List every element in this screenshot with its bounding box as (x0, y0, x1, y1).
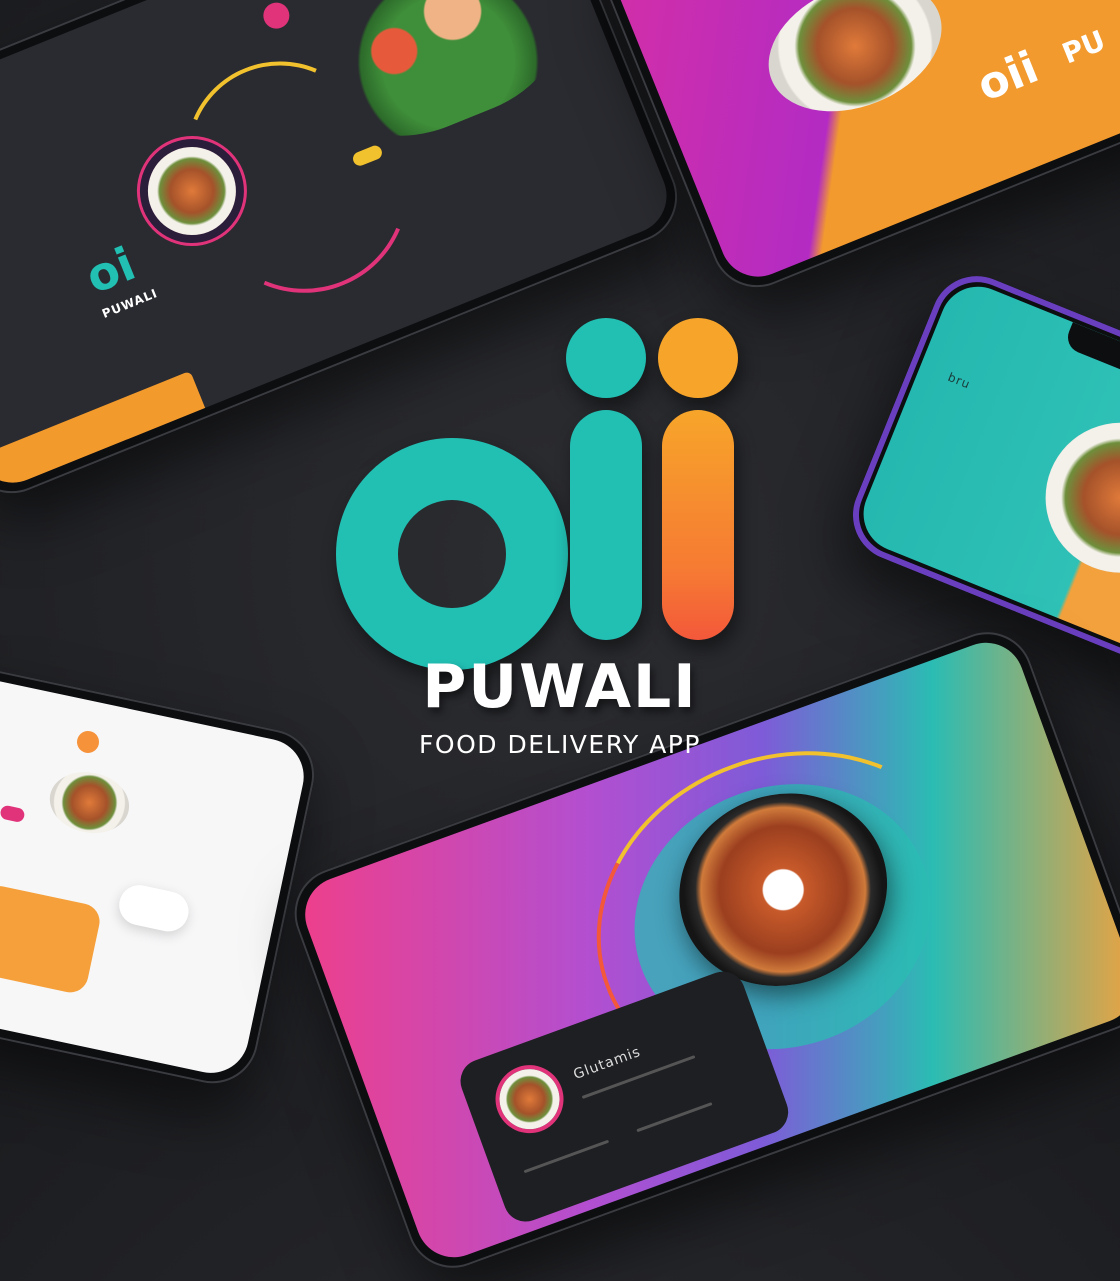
mini-logo-mark: oii (970, 41, 1046, 112)
decorative-swatch (259, 0, 294, 33)
orange-badge (115, 881, 193, 936)
food-plate-icon (44, 764, 135, 841)
logo-letter-i2-dot (658, 318, 738, 398)
phone-screen: Glutamis (294, 632, 1120, 1268)
logo-letter-i2-stem (662, 410, 734, 640)
logo-letter-i-stem (570, 410, 642, 640)
phone-screen (0, 660, 311, 1080)
orange-card (0, 882, 103, 996)
text-placeholder (636, 1102, 713, 1133)
brand-name: PUWALI (422, 652, 698, 722)
phone-mockup-top-right: oii PU (589, 0, 1120, 302)
decorative-swatch (0, 804, 26, 824)
logo-letter-i-dot (566, 318, 646, 398)
food-plate-icon (491, 1060, 568, 1138)
logo-letter-o (336, 438, 568, 670)
phone-screen: oi PUWALI (0, 0, 678, 495)
status-text: bru (945, 369, 973, 392)
partial-brand-text: PU (1057, 23, 1110, 71)
food-plate-icon (749, 0, 962, 136)
bottom-accent (0, 370, 213, 495)
food-plate-icon (1022, 400, 1120, 596)
phone-notch (1063, 322, 1120, 403)
phone-screen: oii PU (602, 0, 1120, 289)
phone-screen: bru (852, 275, 1120, 685)
brand-tagline: FOOD DELIVERY APP (419, 730, 701, 759)
text-placeholder (523, 1139, 610, 1174)
